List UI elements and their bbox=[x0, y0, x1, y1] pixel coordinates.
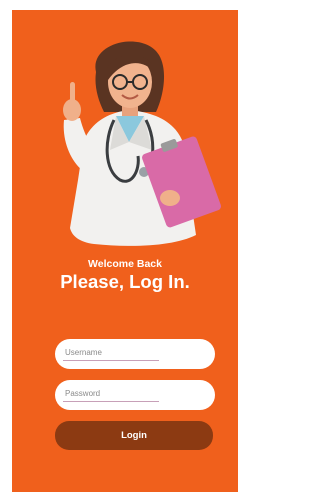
username-underline bbox=[63, 360, 159, 361]
password-field[interactable] bbox=[55, 380, 215, 410]
username-field[interactable] bbox=[55, 339, 215, 369]
username-input[interactable] bbox=[65, 345, 175, 359]
welcome-text: Welcome Back bbox=[88, 258, 162, 270]
doctor-illustration bbox=[63, 41, 221, 246]
login-button[interactable]: Login bbox=[55, 421, 213, 450]
password-underline bbox=[63, 401, 159, 402]
password-input[interactable] bbox=[65, 386, 175, 400]
login-screen: Welcome Back Please, Log In. Login bbox=[12, 10, 238, 492]
page-title: Please, Log In. bbox=[60, 271, 190, 292]
